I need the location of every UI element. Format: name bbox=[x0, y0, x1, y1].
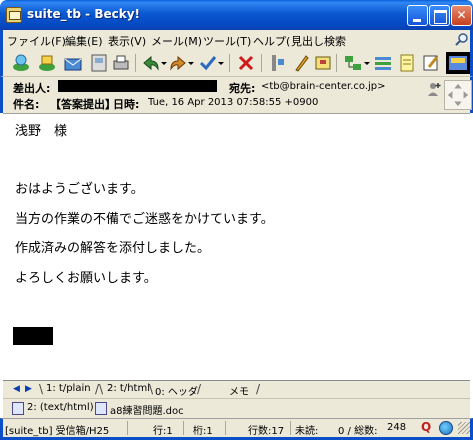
pen-icon[interactable] bbox=[291, 53, 311, 73]
subject-value: 【答案提出】 bbox=[50, 98, 116, 111]
globe-icon[interactable] bbox=[439, 421, 453, 435]
toolbar-separator bbox=[229, 54, 230, 72]
body-line: 浅野 様 bbox=[15, 124, 68, 139]
part-tab-strip: ◀ ▶ \ 1: t/plain /\ 2: t/html \ 0: ヘッダ /… bbox=[3, 380, 470, 398]
resize-grip-icon[interactable] bbox=[458, 422, 470, 434]
add-person-icon[interactable] bbox=[426, 81, 442, 97]
status-lines-count: 行数:17 bbox=[248, 426, 285, 437]
status-bar: [suite_tb] 受信箱/H25 行:1 桁:1 行数:17 未読: 0 /… bbox=[0, 418, 473, 440]
status-line: 行:1 bbox=[153, 426, 173, 437]
q-status-icon[interactable]: Q bbox=[421, 420, 431, 434]
reply-icon[interactable] bbox=[141, 53, 161, 73]
address-book-icon[interactable] bbox=[89, 53, 109, 73]
body-line: 作成済みの解答を添付しました。 bbox=[15, 241, 211, 256]
tree-dropdown-arrow-icon[interactable] bbox=[364, 62, 370, 65]
delete-icon[interactable] bbox=[236, 53, 256, 73]
body-line: おはようございます。 bbox=[15, 182, 144, 197]
app-icon bbox=[6, 7, 22, 23]
status-divider bbox=[127, 421, 128, 435]
from-label: 差出人: bbox=[13, 82, 51, 95]
edit-icon[interactable] bbox=[421, 53, 441, 73]
receive-mail-icon[interactable] bbox=[11, 53, 31, 73]
send-mail-icon[interactable] bbox=[37, 53, 57, 73]
status-unread-label: 未読: bbox=[295, 426, 319, 437]
message-header: 差出人: 宛先: <tb@brain-center.co.jp> 件名: 【答案… bbox=[0, 77, 473, 113]
tab-divider: /\ bbox=[95, 382, 104, 396]
tree-icon[interactable] bbox=[343, 53, 363, 73]
signature-redacted bbox=[13, 327, 53, 345]
tab-divider: / bbox=[256, 382, 261, 396]
forward-icon[interactable] bbox=[168, 53, 188, 73]
tab-plain[interactable]: 1: t/plain bbox=[46, 383, 91, 394]
from-value-redacted bbox=[58, 80, 217, 92]
notice-icon[interactable] bbox=[313, 53, 333, 73]
tab-divider: \ bbox=[39, 382, 44, 396]
to-label: 宛先: bbox=[229, 82, 256, 95]
status-counts: 0 / 総数: bbox=[338, 426, 378, 437]
tab-divider: \ bbox=[149, 382, 154, 396]
word-doc-icon bbox=[95, 402, 107, 415]
subject-label: 件名: bbox=[13, 98, 40, 111]
tab-header[interactable]: 0: ヘッダ bbox=[155, 383, 198, 398]
body-line: 当方の作業の不備でご迷惑をかけています。 bbox=[15, 212, 274, 227]
menu-file[interactable]: ファイル(F) bbox=[7, 33, 66, 49]
toolbar-separator bbox=[336, 54, 337, 72]
forward-dropdown-arrow-icon[interactable] bbox=[188, 62, 194, 65]
attachment-doc[interactable]: a8練習問題.doc bbox=[110, 402, 184, 417]
menu-edit[interactable]: 編集(E) bbox=[65, 33, 103, 49]
menu-view[interactable]: 表示(V) bbox=[108, 33, 146, 49]
filter-icon[interactable] bbox=[268, 53, 288, 73]
navigation-pad-icon[interactable] bbox=[444, 80, 472, 110]
status-folder: [suite_tb] 受信箱/H25 bbox=[5, 426, 110, 437]
reply-dropdown-arrow-icon[interactable] bbox=[161, 62, 167, 65]
tab-scroll-right-icon[interactable]: ▶ bbox=[25, 384, 35, 395]
memo-icon[interactable] bbox=[397, 53, 417, 73]
magnifier-icon[interactable] bbox=[455, 32, 469, 46]
attachment-bar: 2: (text/html) a8練習問題.doc bbox=[3, 398, 470, 418]
task-icon[interactable] bbox=[373, 53, 393, 73]
date-label: 日時: bbox=[113, 98, 140, 111]
maximize-button[interactable] bbox=[429, 5, 450, 26]
date-value: Tue, 16 Apr 2013 07:58:55 +0900 bbox=[148, 97, 319, 108]
menu-mail[interactable]: メール(M) bbox=[151, 33, 202, 49]
toolbar-separator bbox=[261, 54, 262, 72]
close-button[interactable]: ✕ bbox=[451, 5, 472, 26]
title-bar[interactable]: suite_tb - Becky! ✕ bbox=[0, 0, 473, 30]
new-mail-icon[interactable] bbox=[63, 53, 83, 73]
status-total: 248 bbox=[387, 422, 407, 433]
window-title: suite_tb - Becky! bbox=[27, 7, 141, 21]
menu-bar: ファイル(F) 編集(E) 表示(V) メール(M) ツール(T) ヘルプ(H)… bbox=[0, 30, 473, 50]
attachment-html-part[interactable]: 2: (text/html) bbox=[27, 402, 94, 413]
status-divider bbox=[290, 421, 291, 435]
tab-memo[interactable]: メモ bbox=[229, 383, 249, 398]
status-column: 桁:1 bbox=[193, 426, 213, 437]
header-search-input[interactable]: 見出し検索 bbox=[291, 33, 451, 48]
body-line: よろしくお願いします。 bbox=[15, 271, 157, 286]
status-divider bbox=[225, 421, 226, 435]
check-dropdown-arrow-icon[interactable] bbox=[218, 62, 224, 65]
tab-scroll-left-icon[interactable]: ◀ bbox=[13, 384, 23, 395]
tab-divider: / bbox=[197, 382, 202, 396]
view-icon[interactable] bbox=[446, 52, 470, 74]
toolbar-separator bbox=[135, 54, 136, 72]
minimize-button[interactable] bbox=[407, 5, 428, 26]
message-body[interactable]: 浅野 様 おはようございます。 当方の作業の不備でご迷惑をかけています。 作成済… bbox=[3, 113, 470, 380]
check-icon[interactable] bbox=[198, 53, 218, 73]
to-value[interactable]: <tb@brain-center.co.jp> bbox=[261, 81, 386, 92]
tab-html[interactable]: 2: t/html bbox=[107, 383, 150, 394]
toolbar bbox=[0, 50, 473, 77]
status-divider bbox=[183, 421, 184, 435]
html-part-icon bbox=[12, 402, 24, 415]
menu-tools[interactable]: ツール(T) bbox=[203, 33, 251, 49]
print-icon[interactable] bbox=[111, 53, 131, 73]
